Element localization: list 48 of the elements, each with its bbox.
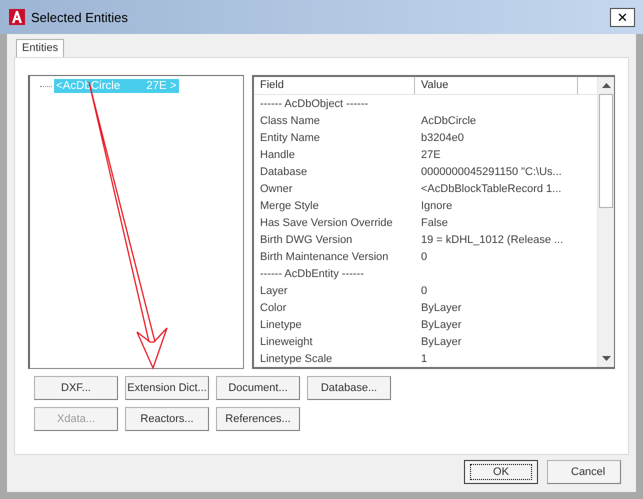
table-cell-text: 0 xyxy=(420,284,428,296)
table-cell-text: Database xyxy=(259,166,308,178)
table-cell-text: ByLayer xyxy=(420,318,462,330)
window-title: Selected Entities xyxy=(31,10,129,24)
table-cell-text: Handle xyxy=(259,148,296,160)
table-cell-text: Has Save Version Override xyxy=(259,216,394,228)
column-header[interactable]: Value xyxy=(415,77,578,94)
table-cell-text: Ignore xyxy=(420,200,454,212)
table-cell-text: 0000000045291150 "C:\Us... xyxy=(420,166,563,178)
section-heading: ------ AcDbObject ------ xyxy=(259,98,370,110)
table-cell-text: Birth DWG Version xyxy=(259,234,354,246)
dialog-button[interactable]: OK xyxy=(464,460,538,484)
scroll-bar[interactable] xyxy=(597,77,614,367)
action-button[interactable]: Extension Dict... xyxy=(125,376,209,400)
action-button[interactable]: References... xyxy=(216,407,300,431)
scroll-down-icon[interactable] xyxy=(602,356,610,361)
table-cell-text: <AcDbBlockTableRecord 1... xyxy=(420,182,562,194)
table-cell-text: ByLayer xyxy=(420,336,462,348)
table-cell-text: 1 xyxy=(420,352,428,364)
table-cell-text: False xyxy=(420,216,449,228)
table-cell-text: 27E xyxy=(420,148,442,160)
table-cell-text: Class Name xyxy=(259,114,321,126)
section-heading: ------ AcDbEntity ------ xyxy=(259,268,365,280)
tab[interactable]: Entities xyxy=(16,39,64,58)
table-cell-text: Merge Style xyxy=(259,200,320,212)
table-cell-text: 19 = kDHL_1012 (Release ... xyxy=(420,234,564,246)
table-cell-text: Linetype xyxy=(259,318,303,330)
table-cell-text: Layer xyxy=(259,284,289,296)
table-cell-text: b3204e0 xyxy=(420,132,465,144)
table-cell-text: Color xyxy=(259,302,288,314)
action-button[interactable]: DXF... xyxy=(34,376,118,400)
column-header[interactable]: Field xyxy=(254,77,415,94)
table-cell-text: 0 xyxy=(420,250,428,262)
table-cell-text: Lineweight xyxy=(259,336,314,348)
scroll-up-icon[interactable] xyxy=(602,83,610,88)
table-cell-text: Linetype Scale xyxy=(259,352,334,364)
table-cell-text: ByLayer xyxy=(420,302,462,314)
dialog-button[interactable]: Cancel xyxy=(547,460,621,484)
table-cell-text: Entity Name xyxy=(259,132,321,144)
action-button[interactable]: Reactors... xyxy=(125,407,209,431)
table-cell-text: Birth Maintenance Version xyxy=(259,250,390,262)
close-button[interactable]: ✕ xyxy=(610,8,635,26)
app-logo-icon xyxy=(9,9,25,25)
scroll-thumb[interactable] xyxy=(599,94,613,208)
action-button[interactable]: Document... xyxy=(216,376,300,400)
action-button[interactable]: Database... xyxy=(307,376,391,400)
table-cell-text: Owner xyxy=(259,182,294,194)
table-cell-text: AcDbCircle xyxy=(420,114,478,126)
